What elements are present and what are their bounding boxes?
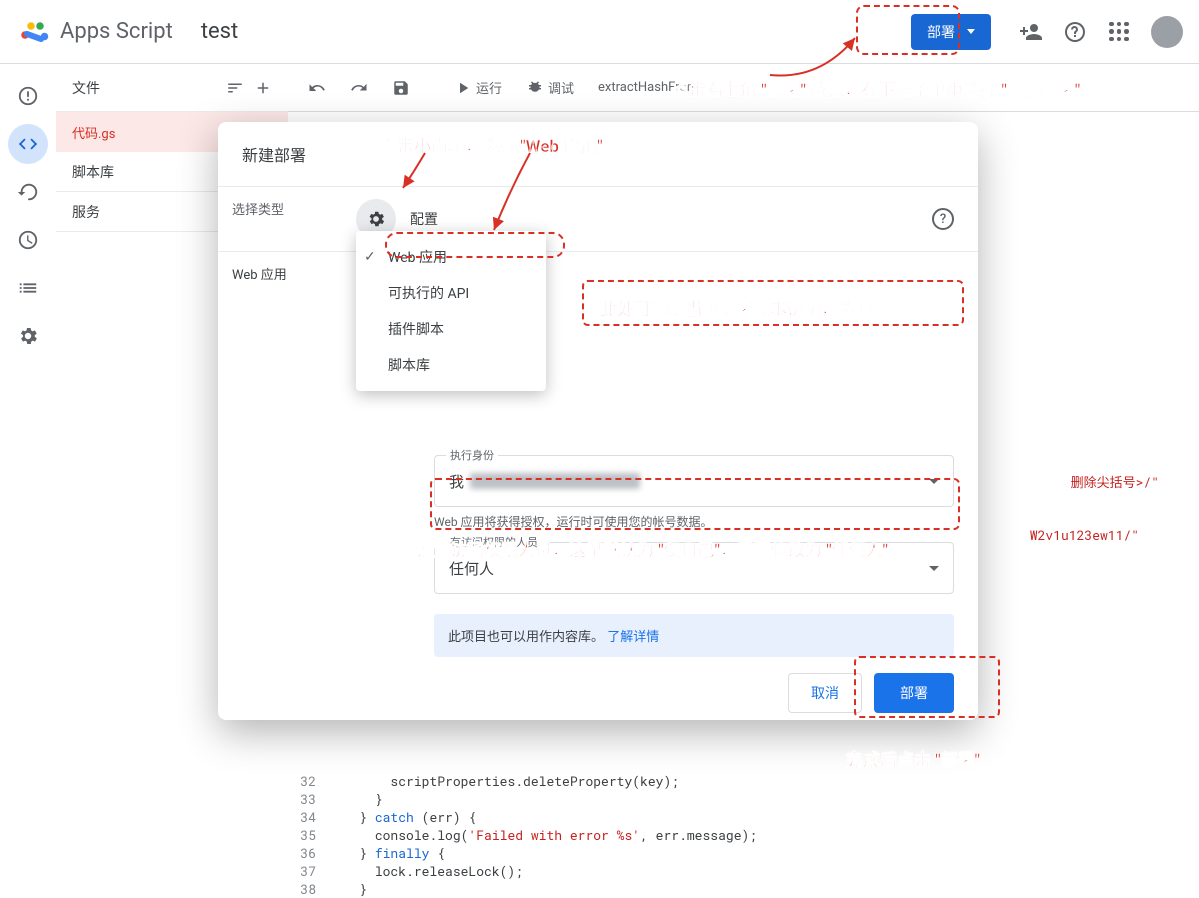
dd-item-api[interactable]: 可执行的 API bbox=[356, 275, 546, 311]
caret-down-icon bbox=[929, 479, 939, 484]
app-header: Apps Script test 部署 bbox=[0, 0, 1199, 64]
content-library-banner: 此项目也可以用作内容库。 了解详情 bbox=[434, 614, 954, 657]
rail-executions[interactable] bbox=[8, 220, 48, 260]
code-fragment-1: 删除尖括号>/" bbox=[1071, 472, 1159, 491]
exec-hint: Web 应用将获得授权，运行时可使用您的帐号数据。 bbox=[434, 513, 954, 530]
select-type-label: 选择类型 bbox=[218, 187, 356, 251]
selected-type-row[interactable]: Web 应用 bbox=[218, 252, 356, 295]
project-title[interactable]: test bbox=[201, 19, 238, 44]
help-icon[interactable]: ? bbox=[932, 208, 954, 230]
apps-script-logo-icon bbox=[16, 14, 52, 50]
save-button[interactable] bbox=[384, 73, 418, 103]
sort-icon[interactable] bbox=[226, 79, 244, 97]
dd-item-addon[interactable]: 插件脚本 bbox=[356, 311, 546, 347]
libraries-label: 脚本库 bbox=[72, 162, 114, 182]
access-label: 有访问权限的人员 bbox=[446, 534, 542, 550]
add-file-icon[interactable] bbox=[254, 79, 272, 97]
nav-rail bbox=[0, 64, 56, 839]
debug-button[interactable]: 调试 bbox=[518, 72, 582, 103]
modal-actions: 取消 部署 bbox=[218, 657, 978, 729]
rail-logs[interactable] bbox=[8, 268, 48, 308]
access-value: 任何人 bbox=[449, 558, 494, 579]
run-button[interactable]: 运行 bbox=[446, 72, 510, 103]
rail-settings[interactable] bbox=[8, 316, 48, 356]
logo: Apps Script bbox=[16, 14, 173, 50]
code-fragment-2: W2v1u123ew11/" bbox=[1030, 526, 1139, 544]
deploy-button[interactable]: 部署 bbox=[911, 14, 991, 50]
new-deploy-modal: 新建部署 选择类型 配置 ? Web 应用 可执行的 API 插件脚本 脚本库 … bbox=[218, 122, 978, 720]
blurred-email bbox=[470, 473, 640, 489]
rail-triggers[interactable] bbox=[8, 172, 48, 212]
deploy-button-label: 部署 bbox=[927, 22, 955, 42]
deploy-submit-button[interactable]: 部署 bbox=[874, 673, 954, 713]
exec-as-label: 执行身份 bbox=[446, 447, 498, 463]
rail-editor[interactable] bbox=[8, 124, 48, 164]
rail-overview[interactable] bbox=[8, 76, 48, 116]
deploy-form: 执行身份 我 Web 应用将获得授权，运行时可使用您的帐号数据。 有访问权限的人… bbox=[218, 455, 978, 657]
undo-button[interactable] bbox=[300, 73, 334, 103]
type-dropdown: Web 应用 可执行的 API 插件脚本 脚本库 bbox=[356, 231, 546, 391]
cancel-button[interactable]: 取消 bbox=[788, 673, 862, 713]
learn-more-link[interactable]: 了解详情 bbox=[607, 630, 659, 645]
avatar[interactable] bbox=[1151, 16, 1183, 48]
exec-as-select[interactable]: 我 bbox=[434, 455, 954, 507]
services-label: 服务 bbox=[72, 202, 100, 222]
help-icon[interactable] bbox=[1063, 20, 1087, 44]
exec-as-value: 我 bbox=[449, 471, 464, 492]
function-selector[interactable]: extractHashFrom bbox=[590, 74, 706, 101]
apps-grid-icon[interactable] bbox=[1107, 20, 1131, 44]
dd-item-library[interactable]: 脚本库 bbox=[356, 347, 546, 383]
add-user-icon[interactable] bbox=[1019, 20, 1043, 44]
modal-title: 新建部署 bbox=[218, 122, 978, 186]
banner-text: 此项目也可以用作内容库。 bbox=[448, 630, 604, 645]
caret-down-icon bbox=[967, 29, 975, 34]
files-header: 文件 bbox=[56, 64, 288, 112]
gear-icon bbox=[366, 209, 386, 229]
redo-button[interactable] bbox=[342, 73, 376, 103]
caret-down-icon bbox=[929, 566, 939, 571]
editor-toolbar: 运行 调试 extractHashFrom bbox=[288, 64, 1199, 112]
brand-name: Apps Script bbox=[60, 19, 173, 44]
files-header-label: 文件 bbox=[72, 78, 100, 98]
dd-item-web-app[interactable]: Web 应用 bbox=[356, 239, 546, 275]
config-label: 配置 bbox=[410, 209, 438, 229]
